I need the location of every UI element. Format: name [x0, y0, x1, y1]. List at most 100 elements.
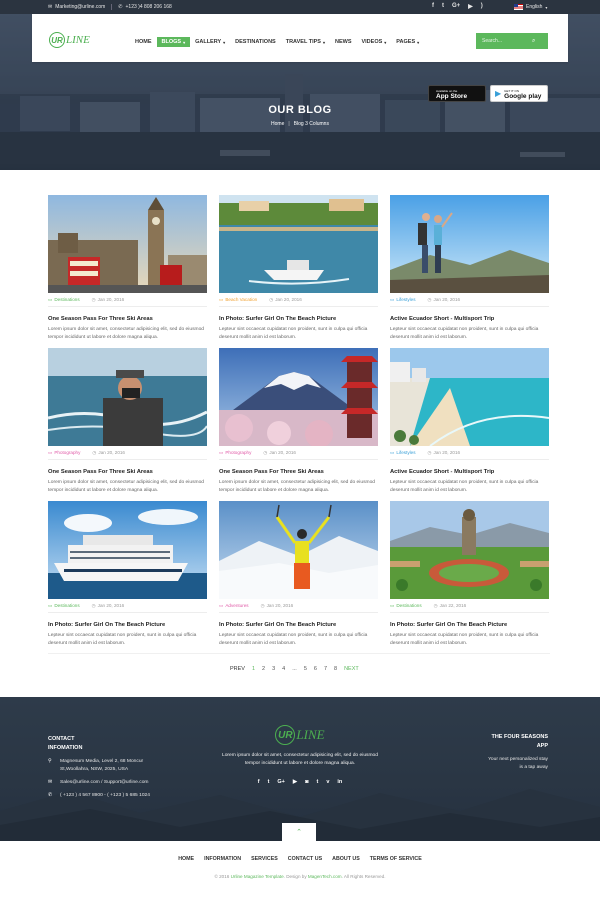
search-box: ⌕	[476, 33, 548, 49]
pagination-next[interactable]: NEXT	[344, 666, 359, 672]
menu-item-travel-tips[interactable]: TRAVEL TIPS ▾	[281, 37, 330, 47]
post-category-link[interactable]: ▭ Photography	[48, 450, 80, 456]
app-store-button[interactable]: Available on the App Store	[428, 85, 486, 102]
card-divider	[390, 306, 549, 307]
back-to-top-button[interactable]: ⌃	[282, 823, 316, 841]
footer-email-row[interactable]: ✉ Sales@urline.com / Support@urline.com	[48, 779, 158, 787]
post-category: Lifestyles	[396, 297, 416, 302]
post-title[interactable]: One Season Pass For Three Ski Areas	[219, 469, 378, 475]
post-title[interactable]: One Season Pass For Three Ski Areas	[48, 469, 207, 475]
card-divider	[219, 459, 378, 460]
pagination-page[interactable]: 7	[324, 666, 327, 672]
post-thumbnail[interactable]	[390, 501, 549, 599]
youtube-icon[interactable]: ▶	[293, 779, 297, 785]
google-plus-icon[interactable]: G+	[277, 779, 285, 785]
clock-icon: ◷	[91, 297, 96, 302]
menu-item-blogs[interactable]: BLOGS ▾	[156, 37, 191, 47]
facebook-icon[interactable]: f	[432, 3, 434, 10]
linkedin-icon[interactable]: in	[337, 779, 342, 785]
search-icon[interactable]: ⌕	[532, 38, 535, 45]
uk-flag-icon	[514, 4, 523, 10]
pagination-prev[interactable]: PREV	[230, 666, 245, 672]
post-title[interactable]: Active Ecuador Short - Multisport Trip	[390, 469, 549, 475]
post-title[interactable]: In Photo: Surfer Girl On The Beach Pictu…	[48, 622, 207, 628]
language-selector[interactable]: English ▾	[514, 4, 547, 10]
post-title[interactable]: Active Ecuador Short - Multisport Trip	[390, 316, 549, 322]
post-thumbnail[interactable]	[48, 501, 207, 599]
copyright-designer-link[interactable]: MagenTech.com	[308, 874, 342, 879]
post-category-link[interactable]: ▭ Beach Vacation	[219, 297, 257, 303]
pagination-page[interactable]: 3	[272, 666, 275, 672]
pagination-page[interactable]: 4	[282, 666, 285, 672]
post-date-text: Jan 20, 2016	[433, 450, 461, 455]
pagination-page[interactable]: 5	[304, 666, 307, 672]
post-title[interactable]: In Photo: Surfer Girl On The Beach Pictu…	[390, 622, 549, 628]
post-date: ◷ Jan 20, 2016	[92, 297, 125, 303]
facebook-icon[interactable]: f	[258, 779, 260, 785]
menu-item-label: DESTINATIONS	[235, 39, 276, 45]
pagination-page[interactable]: 6	[314, 666, 317, 672]
post-thumbnail[interactable]	[219, 501, 378, 599]
footer-link-about-us[interactable]: ABOUT US	[332, 856, 360, 862]
menu-item-videos[interactable]: VIDEOS ▾	[356, 37, 391, 47]
chevron-down-icon: ▾	[183, 39, 186, 45]
email-link[interactable]: ✉ Marketing@urline.com	[48, 4, 105, 10]
footer-phone-row[interactable]: ✆ ( +123 ) 4 567 8900 - ( +123 ) 5 685 10…	[48, 792, 158, 800]
menu-item-home[interactable]: HOME	[130, 37, 157, 47]
footer-link-terms-of-service[interactable]: TERMS OF SERVICE	[370, 856, 422, 862]
vimeo-icon[interactable]: v	[326, 779, 329, 785]
post-title[interactable]: In Photo: Surfer Girl On The Beach Pictu…	[219, 316, 378, 322]
breadcrumb-home[interactable]: Home	[271, 121, 284, 127]
post-category-link[interactable]: ▭ Destinations	[390, 603, 422, 609]
post-thumbnail[interactable]	[48, 195, 207, 293]
twitter-icon[interactable]: t	[268, 779, 270, 785]
phone-link[interactable]: ✆ +123 )4 808 206 168	[118, 4, 172, 10]
folder-icon: ▭	[390, 603, 395, 608]
pagination-page[interactable]: 1	[252, 666, 255, 672]
footer-link-contact-us[interactable]: CONTACT US	[288, 856, 322, 862]
breadcrumb-current: Blog 3 Columns	[293, 121, 329, 127]
chevron-down-icon: ▾	[545, 4, 548, 10]
clock-icon: ◷	[263, 450, 268, 455]
post-thumbnail[interactable]	[219, 348, 378, 446]
post-category-link[interactable]: ▭ Destinations	[48, 297, 80, 303]
post-title[interactable]: One Season Pass For Three Ski Areas	[48, 316, 207, 322]
post-date: ◷ Jan 20, 2016	[261, 603, 294, 609]
search-input[interactable]	[476, 38, 532, 44]
post-thumbnail[interactable]	[390, 348, 549, 446]
post-date: ◷ Jan 20, 2016	[92, 450, 125, 456]
youtube-icon[interactable]: ▶	[468, 3, 473, 10]
google-plus-icon[interactable]: G+	[452, 3, 460, 10]
post-thumbnail[interactable]	[219, 195, 378, 293]
footer-logo[interactable]: UR LINE	[220, 725, 380, 745]
post-date-text: Jan 20, 2016	[433, 297, 461, 302]
post-category-link[interactable]: ▭ Photography	[219, 450, 251, 456]
post-title[interactable]: In Photo: Surfer Girl On The Beach Pictu…	[219, 622, 378, 628]
rss-icon[interactable]: )	[481, 3, 483, 10]
site-logo[interactable]: UR LINE	[49, 32, 90, 48]
menu-item-pages[interactable]: PAGES ▾	[391, 37, 424, 47]
footer-link-home[interactable]: HOME	[178, 856, 194, 862]
folder-icon: ▭	[390, 297, 395, 302]
post-category-link[interactable]: ▭ Adventures	[219, 603, 249, 609]
google-play-button[interactable]: ▶ GET IT ON Google play	[490, 85, 548, 102]
envelope-icon: ✉	[48, 780, 53, 785]
clock-icon: ◷	[269, 297, 274, 302]
pagination-page[interactable]: 8	[334, 666, 337, 672]
footer-link-information[interactable]: INFORMATION	[204, 856, 241, 862]
menu-item-destinations[interactable]: DESTINATIONS	[230, 37, 281, 47]
pagination-page[interactable]: 2	[262, 666, 265, 672]
post-category-link[interactable]: ▭ Destinations	[48, 603, 80, 609]
post-thumbnail[interactable]	[390, 195, 549, 293]
post-category-link[interactable]: ▭ Lifestyles	[390, 450, 416, 456]
copyright-brand-link[interactable]: Urline Magazine Template	[231, 874, 284, 879]
post-thumbnail[interactable]	[48, 348, 207, 446]
instagram-icon[interactable]: ◙	[305, 779, 308, 785]
pagination: PREV 1 2 3 4... 5 6 7 8 NEXT	[230, 666, 359, 672]
menu-item-news[interactable]: NEWS	[330, 37, 357, 47]
twitter-icon[interactable]: t	[442, 3, 444, 10]
menu-item-gallery[interactable]: GALLERY ▾	[190, 37, 230, 47]
footer-link-services[interactable]: SERVICES	[251, 856, 278, 862]
tumblr-icon[interactable]: t	[316, 779, 318, 785]
post-category-link[interactable]: ▭ Lifestyles	[390, 297, 416, 303]
